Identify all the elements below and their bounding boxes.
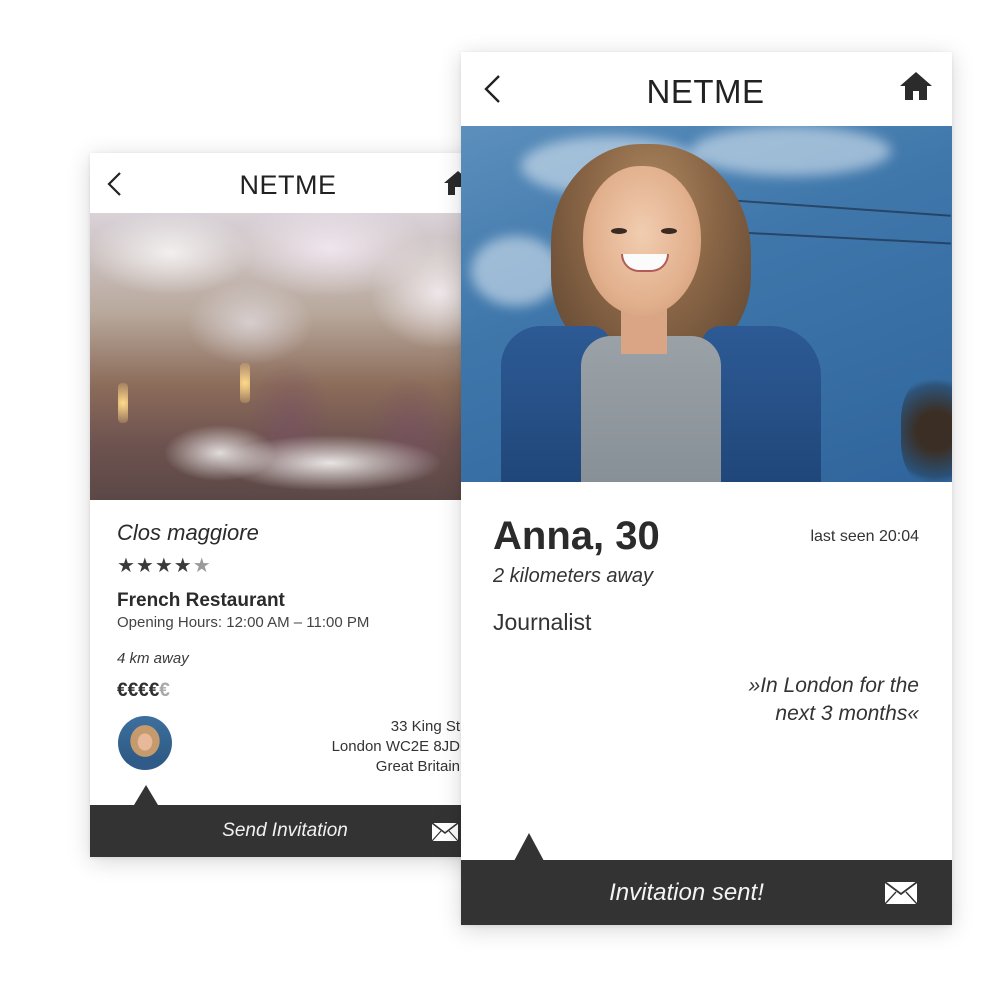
envelope-icon [884,881,918,910]
star-half: ★ [192,555,212,577]
address-line: 33 King St [390,718,460,735]
opening-hours: Opening Hours: 12:00 AM – 11:00 PM [117,614,370,631]
quote-line: next 3 months« [775,702,919,725]
home-icon[interactable] [899,71,933,106]
invitation-sent-label: Invitation sent! [609,879,764,906]
avatar[interactable] [118,716,172,770]
profile-distance: 2 kilometers away [493,565,654,587]
address-line: London WC2E 8JD [331,738,460,755]
profile-card: NETME Anna, 30 last seen 20:04 2 kilomet… [461,52,952,925]
invitation-status-bar[interactable]: Invitation sent! [461,860,952,925]
send-invitation-label: Send Invitation [222,820,348,841]
restaurant-photo [90,213,490,500]
envelope-icon [431,822,459,847]
last-seen: last seen 20:04 [810,528,919,545]
price-level: €€€€€ [117,680,170,702]
profile-quote: »In London for the next 3 months« [749,672,919,728]
profile-occupation: Journalist [493,609,592,635]
restaurant-type: French Restaurant [117,590,285,611]
price-active: €€€€ [117,680,160,701]
restaurant-address: 33 King St London WC2E 8JD Great Britain [332,717,460,777]
rating-stars: ★★★★★ [117,553,212,578]
profile-header: NETME [461,52,952,126]
bar-pointer [134,785,158,805]
bar-pointer [514,833,544,861]
stars-full: ★★★★ [117,555,193,577]
quote-line: »In London for the [748,674,919,697]
restaurant-distance: 4 km away [117,650,189,667]
restaurant-header: NETME [90,153,490,213]
profile-name: Anna, 30 [493,514,660,558]
send-invitation-button[interactable]: Send Invitation [90,805,490,857]
price-inactive: € [159,680,170,701]
profile-photo [461,126,952,482]
app-title: NETME [239,170,337,200]
app-title: NETME [646,73,765,110]
address-line: Great Britain [375,758,460,775]
restaurant-name: Clos maggiore [117,520,259,545]
restaurant-card: NETME Clos maggiore ★★★★★ French Restaur… [90,153,490,857]
